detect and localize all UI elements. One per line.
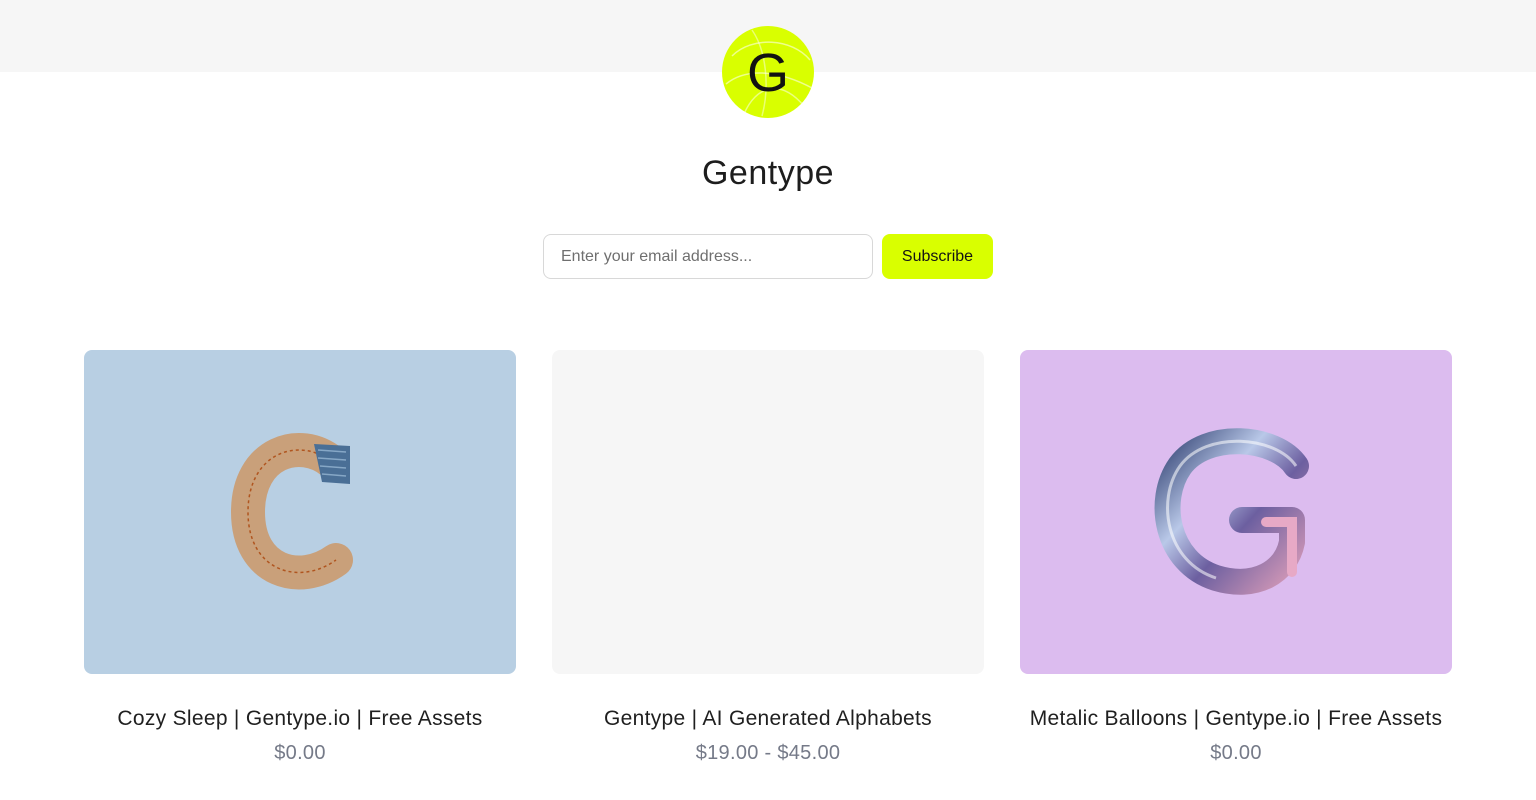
email-input[interactable] bbox=[543, 234, 873, 279]
product-title[interactable]: Gentype | AI Generated Alphabets bbox=[552, 707, 984, 731]
subscribe-button[interactable]: Subscribe bbox=[882, 234, 993, 279]
subscribe-form: Subscribe bbox=[543, 234, 993, 279]
product-title[interactable]: Cozy Sleep | Gentype.io | Free Assets bbox=[84, 707, 516, 731]
product-title[interactable]: Metalic Balloons | Gentype.io | Free Ass… bbox=[1020, 707, 1452, 731]
product-image[interactable] bbox=[84, 350, 516, 674]
store-title: Gentype bbox=[701, 154, 835, 192]
product-price: $19.00 - $45.00 bbox=[695, 742, 841, 764]
product-price: $0.00 bbox=[1210, 742, 1262, 764]
product-card[interactable]: Cozy Sleep | Gentype.io | Free Assets $0… bbox=[84, 350, 516, 765]
product-price: $0.00 bbox=[274, 742, 326, 764]
product-image[interactable] bbox=[552, 350, 984, 674]
balloon-letter-g-icon bbox=[1154, 428, 1309, 595]
product-image[interactable] bbox=[1020, 350, 1452, 674]
plush-letter-c-icon bbox=[230, 433, 353, 590]
store-avatar[interactable]: G bbox=[722, 26, 814, 118]
product-card[interactable]: Metalic Balloons | Gentype.io | Free Ass… bbox=[1020, 350, 1452, 765]
product-card[interactable]: Gentype | AI Generated Alphabets $19.00 … bbox=[552, 350, 984, 765]
avatar-letter: G bbox=[746, 43, 789, 103]
